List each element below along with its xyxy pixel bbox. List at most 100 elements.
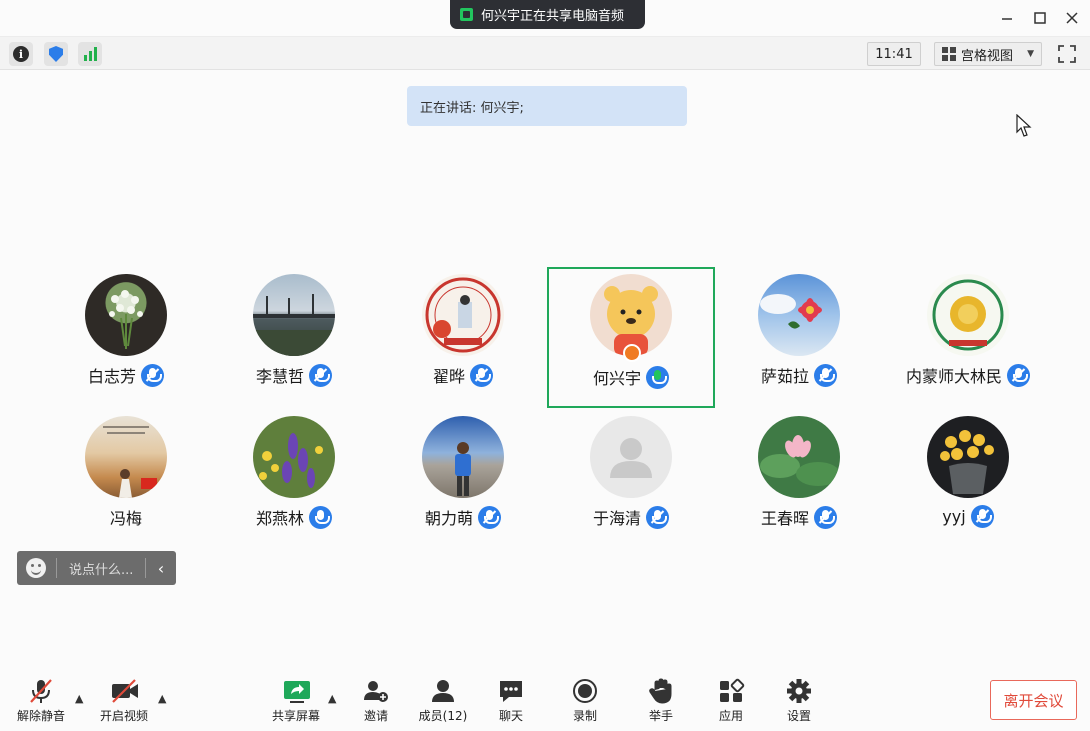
leave-meeting-button[interactable]: 离开会议 <box>990 680 1077 720</box>
fullscreen-icon <box>1058 45 1076 63</box>
participant-tile[interactable]: 萨茹拉 <box>719 267 879 397</box>
chat-quick-input[interactable]: 说点什么... ‹ <box>17 551 176 585</box>
mic-on-icon <box>309 505 332 529</box>
flowers-image <box>109 290 143 349</box>
minimize-button[interactable] <box>997 8 1017 28</box>
avatar <box>927 274 1009 356</box>
camera-off-icon <box>110 678 138 704</box>
participant-tile[interactable]: 李慧哲 <box>214 267 374 397</box>
invite-button[interactable]: 邀请 <box>346 678 406 724</box>
apps-button[interactable]: 应用 <box>701 678 761 724</box>
record-button[interactable]: 录制 <box>555 678 615 724</box>
unmute-button[interactable]: 解除静音 <box>11 678 71 724</box>
record-label: 录制 <box>572 709 597 723</box>
participant-tile[interactable]: 内蒙师大林民 <box>888 267 1048 397</box>
participant-name: yyj <box>942 507 966 526</box>
mic-muted-icon <box>470 363 493 387</box>
signal-bars-icon <box>83 47 97 61</box>
shield-icon <box>49 46 63 62</box>
gear-icon <box>785 678 813 704</box>
title-bar: 何兴宇正在共享电脑音频 <box>0 0 1090 36</box>
audio-options-caret-icon[interactable]: ▲ <box>75 692 83 705</box>
university-emblem-image <box>932 279 1004 351</box>
start-video-button[interactable]: 开启视频 <box>94 678 154 724</box>
participant-tile[interactable]: 郑燕林 <box>214 409 374 539</box>
collapse-chat-button[interactable]: ‹ <box>146 559 176 578</box>
lavender-flowers-image <box>259 433 323 488</box>
invite-label: 邀请 <box>363 709 388 723</box>
participant-tile[interactable]: 白志芳 <box>46 267 206 397</box>
mic-muted-icon <box>309 363 332 387</box>
participant-name: 朝力萌 <box>424 509 473 528</box>
sunset-photo-image <box>103 426 157 498</box>
participant-name: 翟晔 <box>432 367 465 386</box>
maximize-icon <box>1034 12 1046 24</box>
participant-tile[interactable]: 朝力萌 <box>383 409 543 539</box>
participant-tile[interactable]: 翟晔 <box>383 267 543 397</box>
members-icon <box>429 678 457 704</box>
apps-label: 应用 <box>718 709 743 723</box>
host-badge-icon <box>623 344 641 362</box>
avatar <box>422 416 504 498</box>
control-bar: 解除静音 ▲ 开启视频 ▲ 共享屏幕 ▲ 邀请 成员(12) 聊天 录制 举手 … <box>0 668 1090 731</box>
dropdown-caret-icon: ▼ <box>1027 49 1034 59</box>
view-mode-dropdown[interactable]: 宫格视图 ▼ <box>934 42 1042 66</box>
mic-muted-icon <box>141 363 164 387</box>
avatar <box>758 416 840 498</box>
mouse-cursor-icon <box>1016 114 1032 137</box>
network-status-button[interactable] <box>78 42 102 66</box>
participant-name: 于海清 <box>592 509 641 528</box>
emblem-image <box>425 277 501 353</box>
emoji-icon[interactable] <box>26 558 46 578</box>
view-mode-label: 宫格视图 <box>961 48 1014 64</box>
participant-name: 郑燕林 <box>255 509 304 528</box>
meeting-toolbar: i 11:41 宫格视图 ▼ <box>0 36 1090 70</box>
speaking-banner: 正在讲话: 何兴宇; <box>407 86 687 126</box>
chat-button[interactable]: 聊天 <box>481 678 541 724</box>
avatar <box>85 416 167 498</box>
participant-name: 王春晖 <box>760 509 809 528</box>
mic-talking-icon <box>646 365 669 389</box>
share-options-caret-icon[interactable]: ▲ <box>328 692 336 705</box>
members-label: 成员(12) <box>418 709 468 723</box>
person-outdoors-image <box>455 442 471 496</box>
default-user-icon <box>610 438 652 478</box>
share-audio-notice: 何兴宇正在共享电脑音频 <box>450 0 645 29</box>
members-button[interactable]: 成员(12) <box>413 678 473 724</box>
avatar <box>422 274 504 356</box>
record-icon <box>571 678 599 704</box>
participant-name: 何兴宇 <box>592 369 641 388</box>
avatar <box>85 274 167 356</box>
raise-hand-button[interactable]: 举手 <box>631 678 691 724</box>
avatar <box>253 274 335 356</box>
maximize-button[interactable] <box>1030 8 1050 28</box>
grid-view-icon <box>942 47 956 61</box>
security-button[interactable] <box>44 42 68 66</box>
bridge-landscape-image <box>253 294 335 356</box>
start-video-label: 开启视频 <box>99 709 148 723</box>
participant-tile[interactable]: 于海清 <box>551 409 711 539</box>
chat-placeholder[interactable]: 说点什么... <box>69 559 133 578</box>
share-screen-label: 共享屏幕 <box>271 709 320 723</box>
video-options-caret-icon[interactable]: ▲ <box>158 692 166 705</box>
fullscreen-button[interactable] <box>1055 42 1079 66</box>
participant-tile-active[interactable]: 何兴宇 <box>551 267 711 397</box>
mic-muted-icon <box>970 505 994 528</box>
apps-icon <box>717 678 745 704</box>
share-screen-button[interactable]: 共享屏幕 <box>266 678 326 724</box>
meeting-info-button[interactable]: i <box>9 42 33 66</box>
close-button[interactable] <box>1062 8 1082 28</box>
participant-tile[interactable]: yyj <box>888 409 1048 539</box>
participant-tile[interactable]: 王春晖 <box>719 409 879 539</box>
flower-sky-image <box>760 294 822 329</box>
close-icon <box>1066 12 1078 24</box>
participant-name: 冯梅 <box>109 509 142 528</box>
unmute-label: 解除静音 <box>16 709 65 723</box>
participant-tile[interactable]: 冯梅 <box>46 409 206 539</box>
monitor-icon <box>460 8 473 21</box>
settings-button[interactable]: 设置 <box>769 678 829 724</box>
chat-bubble-icon <box>497 678 525 704</box>
share-notice-text: 何兴宇正在共享电脑音频 <box>481 9 625 24</box>
chat-label: 聊天 <box>498 709 523 723</box>
settings-label: 设置 <box>786 709 811 723</box>
